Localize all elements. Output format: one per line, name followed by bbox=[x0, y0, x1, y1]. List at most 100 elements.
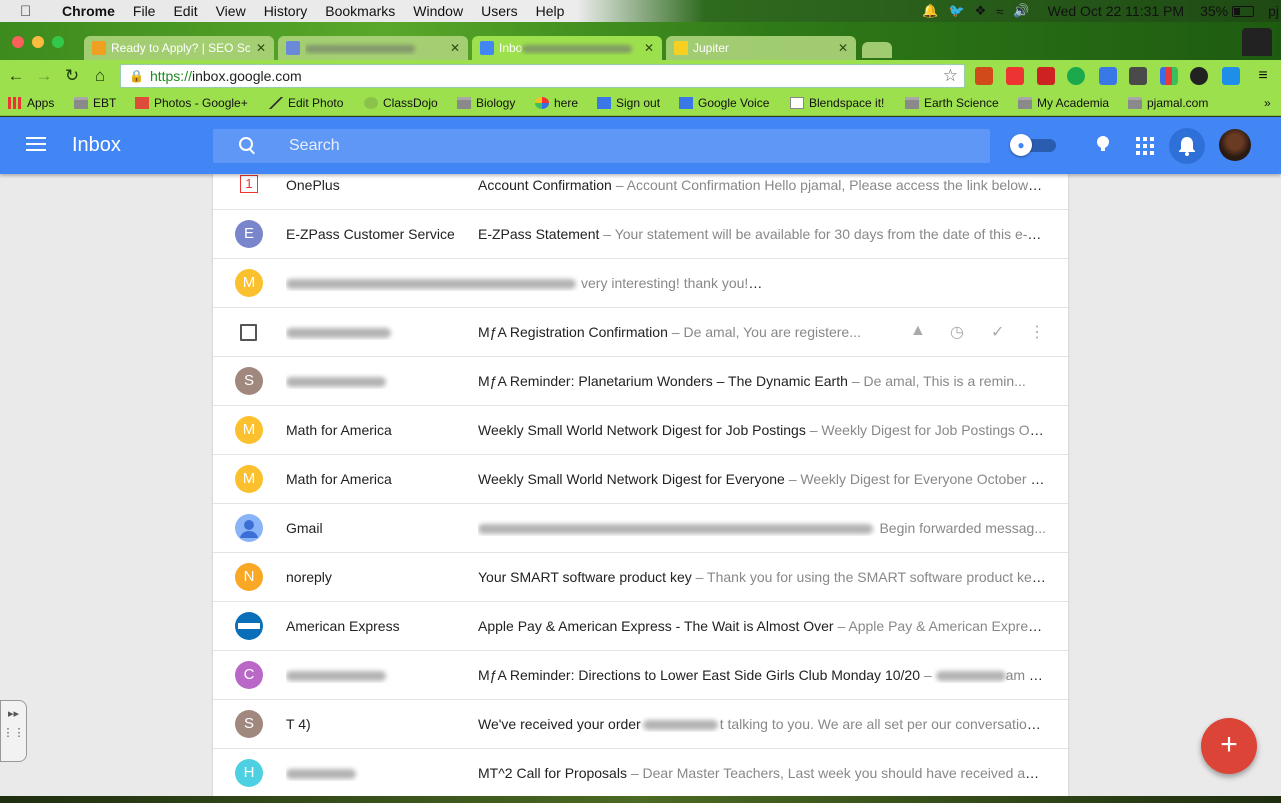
tab-title: Inbo bbox=[499, 41, 638, 55]
bookmark-star-icon[interactable]: ☆ bbox=[943, 66, 958, 86]
sender-avatar: N bbox=[235, 563, 263, 591]
extension-new-icon[interactable] bbox=[1190, 67, 1208, 85]
pinned-toggle[interactable]: ● bbox=[1010, 134, 1056, 156]
more-options-icon[interactable]: ⋮ bbox=[1029, 322, 1045, 342]
chrome-menu-icon[interactable]: ≡ bbox=[1254, 67, 1272, 85]
tab-jupiter[interactable]: Jupiter ✕ bbox=[666, 36, 856, 60]
search-bar[interactable] bbox=[213, 129, 990, 163]
email-row[interactable]: 1 OnePlus Account Confirmation – Account… bbox=[213, 174, 1068, 210]
email-row[interactable]: M very interesting! thank you! bbox=[213, 259, 1068, 308]
bookmark-here[interactable]: here bbox=[535, 96, 578, 110]
menubar-user[interactable]: pj bbox=[1268, 3, 1279, 19]
bookmark-google-voice[interactable]: Google Voice bbox=[679, 96, 769, 110]
menu-file[interactable]: File bbox=[133, 3, 156, 19]
address-bar[interactable]: 🔒 https://inbox.google.com ☆ bbox=[120, 64, 965, 88]
extension-d-icon[interactable] bbox=[1222, 67, 1240, 85]
menu-users[interactable]: Users bbox=[481, 3, 518, 19]
email-row[interactable]: S T 4) We've received your order t talkin… bbox=[213, 700, 1068, 749]
bookmark-ebt[interactable]: EBT bbox=[74, 96, 116, 110]
close-tab-icon[interactable]: ✕ bbox=[450, 41, 460, 55]
bookmark-blendspace[interactable]: Blendspace it! bbox=[790, 96, 884, 110]
home-icon[interactable]: ⌂ bbox=[88, 66, 112, 86]
menu-view[interactable]: View bbox=[216, 3, 246, 19]
menu-window[interactable]: Window bbox=[413, 3, 463, 19]
menu-app-name[interactable]: Chrome bbox=[62, 3, 115, 19]
extension-bars-icon[interactable] bbox=[1160, 67, 1178, 85]
evernote-extension-icon[interactable] bbox=[1129, 67, 1147, 85]
snooze-clock-icon[interactable]: ◷ bbox=[950, 322, 964, 342]
email-sender bbox=[286, 324, 466, 340]
bell-icon bbox=[1179, 137, 1195, 156]
email-row[interactable]: MƒA Registration Confirmation – De amal,… bbox=[213, 308, 1068, 357]
extension-crown-icon[interactable] bbox=[975, 67, 993, 85]
bookmark-my-academia[interactable]: My Academia bbox=[1018, 96, 1109, 110]
close-tab-icon[interactable]: ✕ bbox=[838, 41, 848, 55]
select-checkbox[interactable] bbox=[240, 324, 257, 341]
google-voice-extension-icon[interactable] bbox=[1099, 67, 1117, 85]
menu-icon[interactable] bbox=[26, 137, 46, 153]
email-row[interactable]: M Math for America Weekly Small World Ne… bbox=[213, 406, 1068, 455]
chrome-tab-strip: Ready to Apply? | SEO Sc ✕ ✕ Inbo ✕ Jupi… bbox=[0, 22, 1281, 60]
user-avatar[interactable] bbox=[1219, 129, 1251, 161]
menu-help[interactable]: Help bbox=[536, 3, 565, 19]
bookmarks-overflow-button[interactable]: » bbox=[1264, 96, 1271, 110]
dropbox-tray-icon[interactable]: ❖ bbox=[975, 3, 987, 19]
menubar-clock[interactable]: Wed Oct 22 11:31 PM bbox=[1048, 3, 1184, 19]
bookmark-earth-science[interactable]: Earth Science bbox=[905, 96, 999, 110]
menu-bookmarks[interactable]: Bookmarks bbox=[325, 3, 395, 19]
forward-icon[interactable]: → bbox=[32, 66, 56, 86]
profile-ninja-icon[interactable] bbox=[1242, 28, 1272, 56]
reminder-bulb-icon[interactable] bbox=[1094, 135, 1112, 153]
new-tab-button[interactable] bbox=[862, 42, 892, 58]
minimize-window-icon[interactable] bbox=[32, 36, 44, 48]
folder-icon bbox=[74, 97, 88, 109]
tab-seo[interactable]: Ready to Apply? | SEO Sc ✕ bbox=[84, 36, 274, 60]
bell-tray-icon[interactable]: 🔔 bbox=[922, 3, 938, 19]
email-row[interactable]: American Express Apple Pay & American Ex… bbox=[213, 602, 1068, 651]
bookmark-biology[interactable]: Biology bbox=[457, 96, 515, 110]
email-row[interactable]: Gmail Begin forwarded messag... bbox=[213, 504, 1068, 553]
bookmark-edit-photo[interactable]: Edit Photo bbox=[269, 96, 343, 110]
battery-status[interactable]: 35% bbox=[1200, 3, 1255, 19]
apps-grid-icon[interactable] bbox=[1136, 137, 1154, 155]
seo-favicon-icon bbox=[92, 41, 106, 55]
close-tab-icon[interactable]: ✕ bbox=[644, 41, 654, 55]
page-icon bbox=[790, 97, 804, 109]
grammarly-extension-icon[interactable] bbox=[1067, 67, 1085, 85]
menu-history[interactable]: History bbox=[264, 3, 308, 19]
menu-edit[interactable]: Edit bbox=[173, 3, 197, 19]
sender-avatar: M bbox=[235, 465, 263, 493]
email-row[interactable]: E E-ZPass Customer Service E-ZPass State… bbox=[213, 210, 1068, 259]
compose-button[interactable]: + bbox=[1201, 718, 1257, 774]
inbox-header: Inbox ● bbox=[0, 117, 1281, 174]
back-icon[interactable]: ← bbox=[4, 66, 28, 86]
bookmark-sign-out[interactable]: Sign out bbox=[597, 96, 660, 110]
bookmark-photos[interactable]: Photos - Google+ bbox=[135, 96, 248, 110]
close-window-icon[interactable] bbox=[12, 36, 24, 48]
done-check-icon[interactable]: ✓ bbox=[991, 322, 1004, 342]
search-input[interactable] bbox=[289, 137, 889, 155]
bookmark-pjamal[interactable]: pjamal.com bbox=[1128, 96, 1208, 110]
email-row[interactable]: H MT^2 Call for Proposals – Dear Master … bbox=[213, 749, 1068, 796]
zoom-window-icon[interactable] bbox=[52, 36, 64, 48]
pin-icon[interactable]: ▲ bbox=[910, 322, 926, 340]
tab-inbox[interactable]: Inbo ✕ bbox=[472, 36, 662, 60]
email-row[interactable]: M Math for America Weekly Small World Ne… bbox=[213, 455, 1068, 504]
wifi-icon[interactable]: ≈ bbox=[996, 4, 1003, 19]
email-row[interactable]: S MƒA Reminder: Planetarium Wonders – Th… bbox=[213, 357, 1068, 406]
email-row[interactable]: N noreply Your SMART software product ke… bbox=[213, 553, 1068, 602]
email-row[interactable]: C MƒA Reminder: Directions to Lower East… bbox=[213, 651, 1068, 700]
apple-icon[interactable]:  bbox=[20, 3, 40, 20]
folder-icon bbox=[1128, 97, 1142, 109]
notifications-button[interactable] bbox=[1169, 128, 1205, 164]
bookmark-apps[interactable]: Apps bbox=[8, 96, 54, 110]
tab-blurred[interactable]: ✕ bbox=[278, 36, 468, 60]
sidebar-handle[interactable]: ▸▸ ⋮⋮ bbox=[0, 700, 27, 762]
bookmark-classdojo[interactable]: ClassDojo bbox=[364, 96, 438, 110]
twitter-tray-icon[interactable]: 🐦 bbox=[948, 3, 964, 19]
volume-icon[interactable]: 🔊 bbox=[1013, 3, 1029, 19]
reload-icon[interactable]: ↻ bbox=[60, 66, 84, 86]
close-tab-icon[interactable]: ✕ bbox=[256, 41, 266, 55]
extension-red-icon[interactable] bbox=[1037, 67, 1055, 85]
gmail-extension-icon[interactable] bbox=[1006, 67, 1024, 85]
